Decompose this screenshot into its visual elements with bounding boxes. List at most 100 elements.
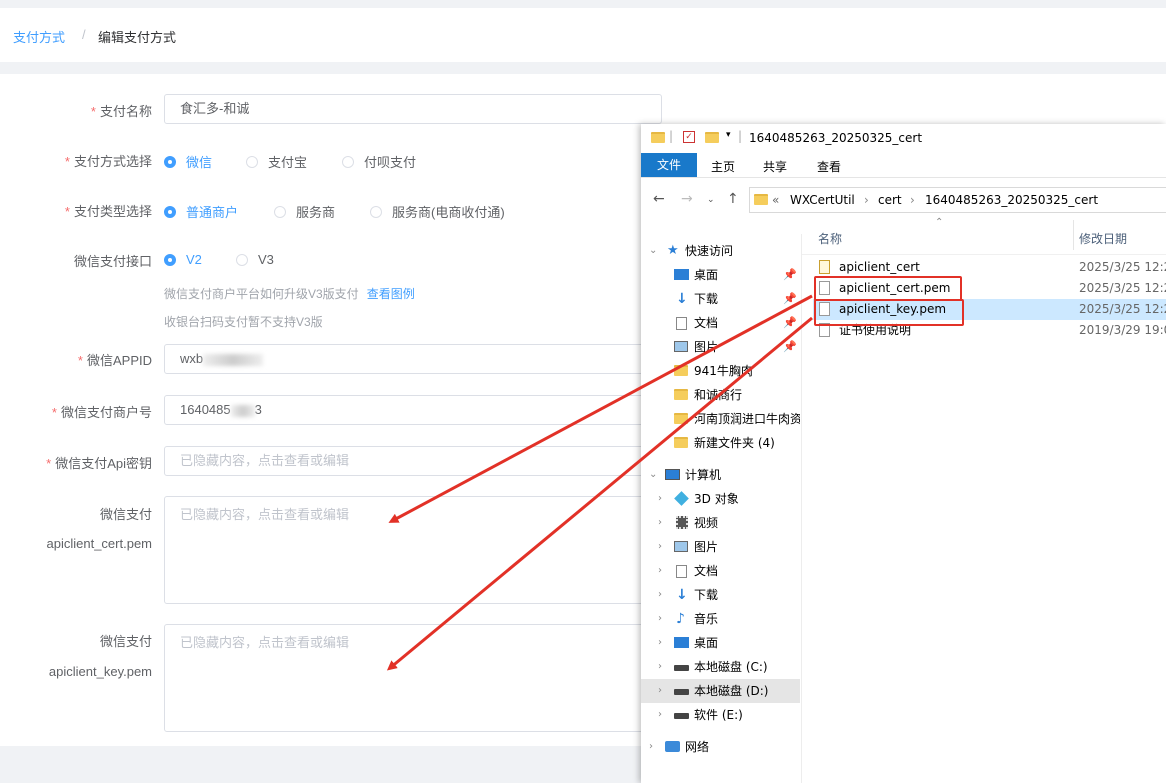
tab-home[interactable]: 主页 <box>711 158 735 175</box>
desktop-icon <box>674 269 689 280</box>
tree-item-drive-e[interactable]: › 软件 (E:) <box>641 703 800 727</box>
document-icon <box>676 317 687 330</box>
wx-api-label: 微信支付接口 <box>73 254 152 269</box>
picture-icon <box>674 541 688 552</box>
file-list-header: 名称 ⌃ 修改日期 <box>802 217 1166 255</box>
address-sep: › <box>910 193 915 207</box>
file-explorer-window: | ✓ ▾ | 1640485263_20250325_cert 文件 主页 共… <box>641 124 1166 783</box>
properties-icon[interactable]: ✓ <box>683 131 695 143</box>
highlight-key-pem <box>814 299 964 326</box>
forward-icon[interactable]: → <box>681 191 693 207</box>
file-row-apiclient-cert[interactable]: apiclient_cert 2025/3/25 12:2 <box>813 257 1166 278</box>
cert-textarea[interactable]: 已隐藏内容，点击查看或编辑 <box>164 496 662 604</box>
tree-item-folder-hecheng[interactable]: 和诚商行 <box>641 383 800 407</box>
folder-icon <box>674 437 688 448</box>
tree-item-quick-access[interactable]: ⌄ ★ 快速访问 <box>641 239 800 263</box>
tab-share[interactable]: 共享 <box>763 158 787 175</box>
radio-v2[interactable]: V2 <box>164 252 202 267</box>
quick-access-dropdown-icon[interactable]: ▾ <box>726 130 731 140</box>
column-name[interactable]: 名称 <box>818 230 842 247</box>
tree-item-downloads-2[interactable]: › ↓ 下载 <box>641 583 800 607</box>
radio-fubei[interactable]: 付呗支付 <box>342 152 416 171</box>
back-icon[interactable]: ← <box>653 191 665 207</box>
view-example-link[interactable]: 查看图例 <box>367 287 415 301</box>
pay-method-label: * 支付方式选择 <box>64 154 152 169</box>
picture-icon <box>674 341 688 352</box>
address-bar[interactable]: « WXCertUtil › cert › 1640485263_2025032… <box>749 187 1166 213</box>
redacted-blur <box>230 404 255 417</box>
folder-icon <box>674 365 688 376</box>
appid-label: * 微信APPID <box>77 353 152 368</box>
radio-alipay[interactable]: 支付宝 <box>246 152 307 171</box>
pay-type-label: * 支付类型选择 <box>64 204 152 219</box>
download-icon: ↓ <box>676 291 688 307</box>
tree-item-downloads[interactable]: ↓ 下载 📌 <box>641 287 800 311</box>
radio-ecommerce-provider[interactable]: 服务商(电商收付通) <box>370 202 505 221</box>
highlight-cert-pem <box>814 276 962 301</box>
pay-name-input[interactable]: 食汇多-和诚 <box>164 94 662 124</box>
folder-icon <box>754 194 768 205</box>
tree-item-folder-941[interactable]: 941牛胸肉 <box>641 359 800 383</box>
tree-item-music[interactable]: › ♪ 音乐 <box>641 607 800 631</box>
tree-item-documents-2[interactable]: › 文档 <box>641 559 800 583</box>
tree-item-network[interactable]: › 网络 <box>641 735 800 759</box>
api-key-label: * 微信支付Api密钥 <box>46 456 152 471</box>
radio-service-provider[interactable]: 服务商 <box>274 202 335 221</box>
breadcrumb-link-pay-methods[interactable]: 支付方式 <box>13 27 65 46</box>
tree-item-new-folder[interactable]: 新建文件夹 (4) <box>641 431 800 455</box>
appid-input[interactable]: wxb <box>164 344 662 374</box>
download-icon: ↓ <box>676 587 688 603</box>
tree-item-pictures-2[interactable]: › 图片 <box>641 535 800 559</box>
mch-id-input[interactable]: 1640485 3 <box>164 395 662 425</box>
document-icon <box>676 565 687 578</box>
tree-item-3d-objects[interactable]: › 3D 对象 <box>641 487 800 511</box>
folder-icon <box>674 413 688 424</box>
tab-view[interactable]: 查看 <box>817 158 841 175</box>
tree-item-drive-c[interactable]: › 本地磁盘 (C:) <box>641 655 800 679</box>
key-label-line2: apiclient_key.pem <box>48 664 152 679</box>
window-title: 1640485263_20250325_cert <box>749 131 923 145</box>
key-textarea[interactable]: 已隐藏内容，点击查看或编辑 <box>164 624 662 732</box>
tree-item-drive-d[interactable]: › 本地磁盘 (D:) <box>641 679 800 703</box>
tree-item-documents[interactable]: 文档 📌 <box>641 311 800 335</box>
tree-item-videos[interactable]: › 视频 <box>641 511 800 535</box>
address-part-wxcertutil[interactable]: WXCertUtil <box>790 193 855 207</box>
pin-icon: 📌 <box>783 292 797 305</box>
new-folder-icon[interactable] <box>705 132 719 143</box>
ribbon: 文件 主页 共享 查看 <box>641 153 1166 178</box>
tree-item-folder-henan[interactable]: 河南顶润进口牛肉资 <box>641 407 800 431</box>
api-key-input[interactable]: 已隐藏内容，点击查看或编辑 <box>164 446 662 476</box>
address-part-cert-folder[interactable]: 1640485263_20250325_cert <box>925 193 1098 207</box>
folder-icon <box>651 132 665 143</box>
pay-name-label: * 支付名称 <box>90 104 152 119</box>
column-date[interactable]: 修改日期 <box>1079 230 1127 247</box>
computer-icon <box>665 469 680 480</box>
address-part-cert[interactable]: cert <box>878 193 902 207</box>
help-no-v3: 收银台扫码支付暂不支持V3版 <box>164 315 323 329</box>
radio-v3[interactable]: V3 <box>236 252 274 267</box>
tree-item-pictures[interactable]: 图片 📌 <box>641 335 800 359</box>
redacted-blur <box>203 353 264 366</box>
tree-item-desktop-2[interactable]: › 桌面 <box>641 631 800 655</box>
star-icon: ★ <box>667 243 679 258</box>
column-divider <box>1073 220 1074 250</box>
recent-dropdown-icon[interactable]: ⌄ <box>707 195 715 205</box>
video-icon <box>676 516 688 529</box>
up-icon[interactable]: ↑ <box>727 191 739 207</box>
radio-wechat[interactable]: 微信 <box>164 152 212 171</box>
navigation-pane: ⌄ ★ 快速访问 桌面 📌 ↓ 下载 📌 文档 📌 图片 📌 941牛胸肉 和诚商行 河南顶润… <box>641 234 802 783</box>
drive-icon <box>674 713 689 719</box>
tree-item-desktop[interactable]: 桌面 📌 <box>641 263 800 287</box>
certificate-file-icon <box>819 260 830 274</box>
address-sep: › <box>864 193 869 207</box>
top-strip <box>0 0 1166 8</box>
drive-icon <box>674 665 689 671</box>
tree-item-computer[interactable]: ⌄ 计算机 <box>641 463 800 487</box>
key-label-line1: 微信支付 <box>99 634 152 649</box>
tab-file[interactable]: 文件 <box>641 153 697 177</box>
address-overflow[interactable]: « <box>772 193 779 207</box>
pin-icon: 📌 <box>783 316 797 329</box>
radio-normal-merchant[interactable]: 普通商户 <box>164 202 238 221</box>
desktop-icon <box>674 637 689 648</box>
3d-objects-icon <box>674 491 689 506</box>
